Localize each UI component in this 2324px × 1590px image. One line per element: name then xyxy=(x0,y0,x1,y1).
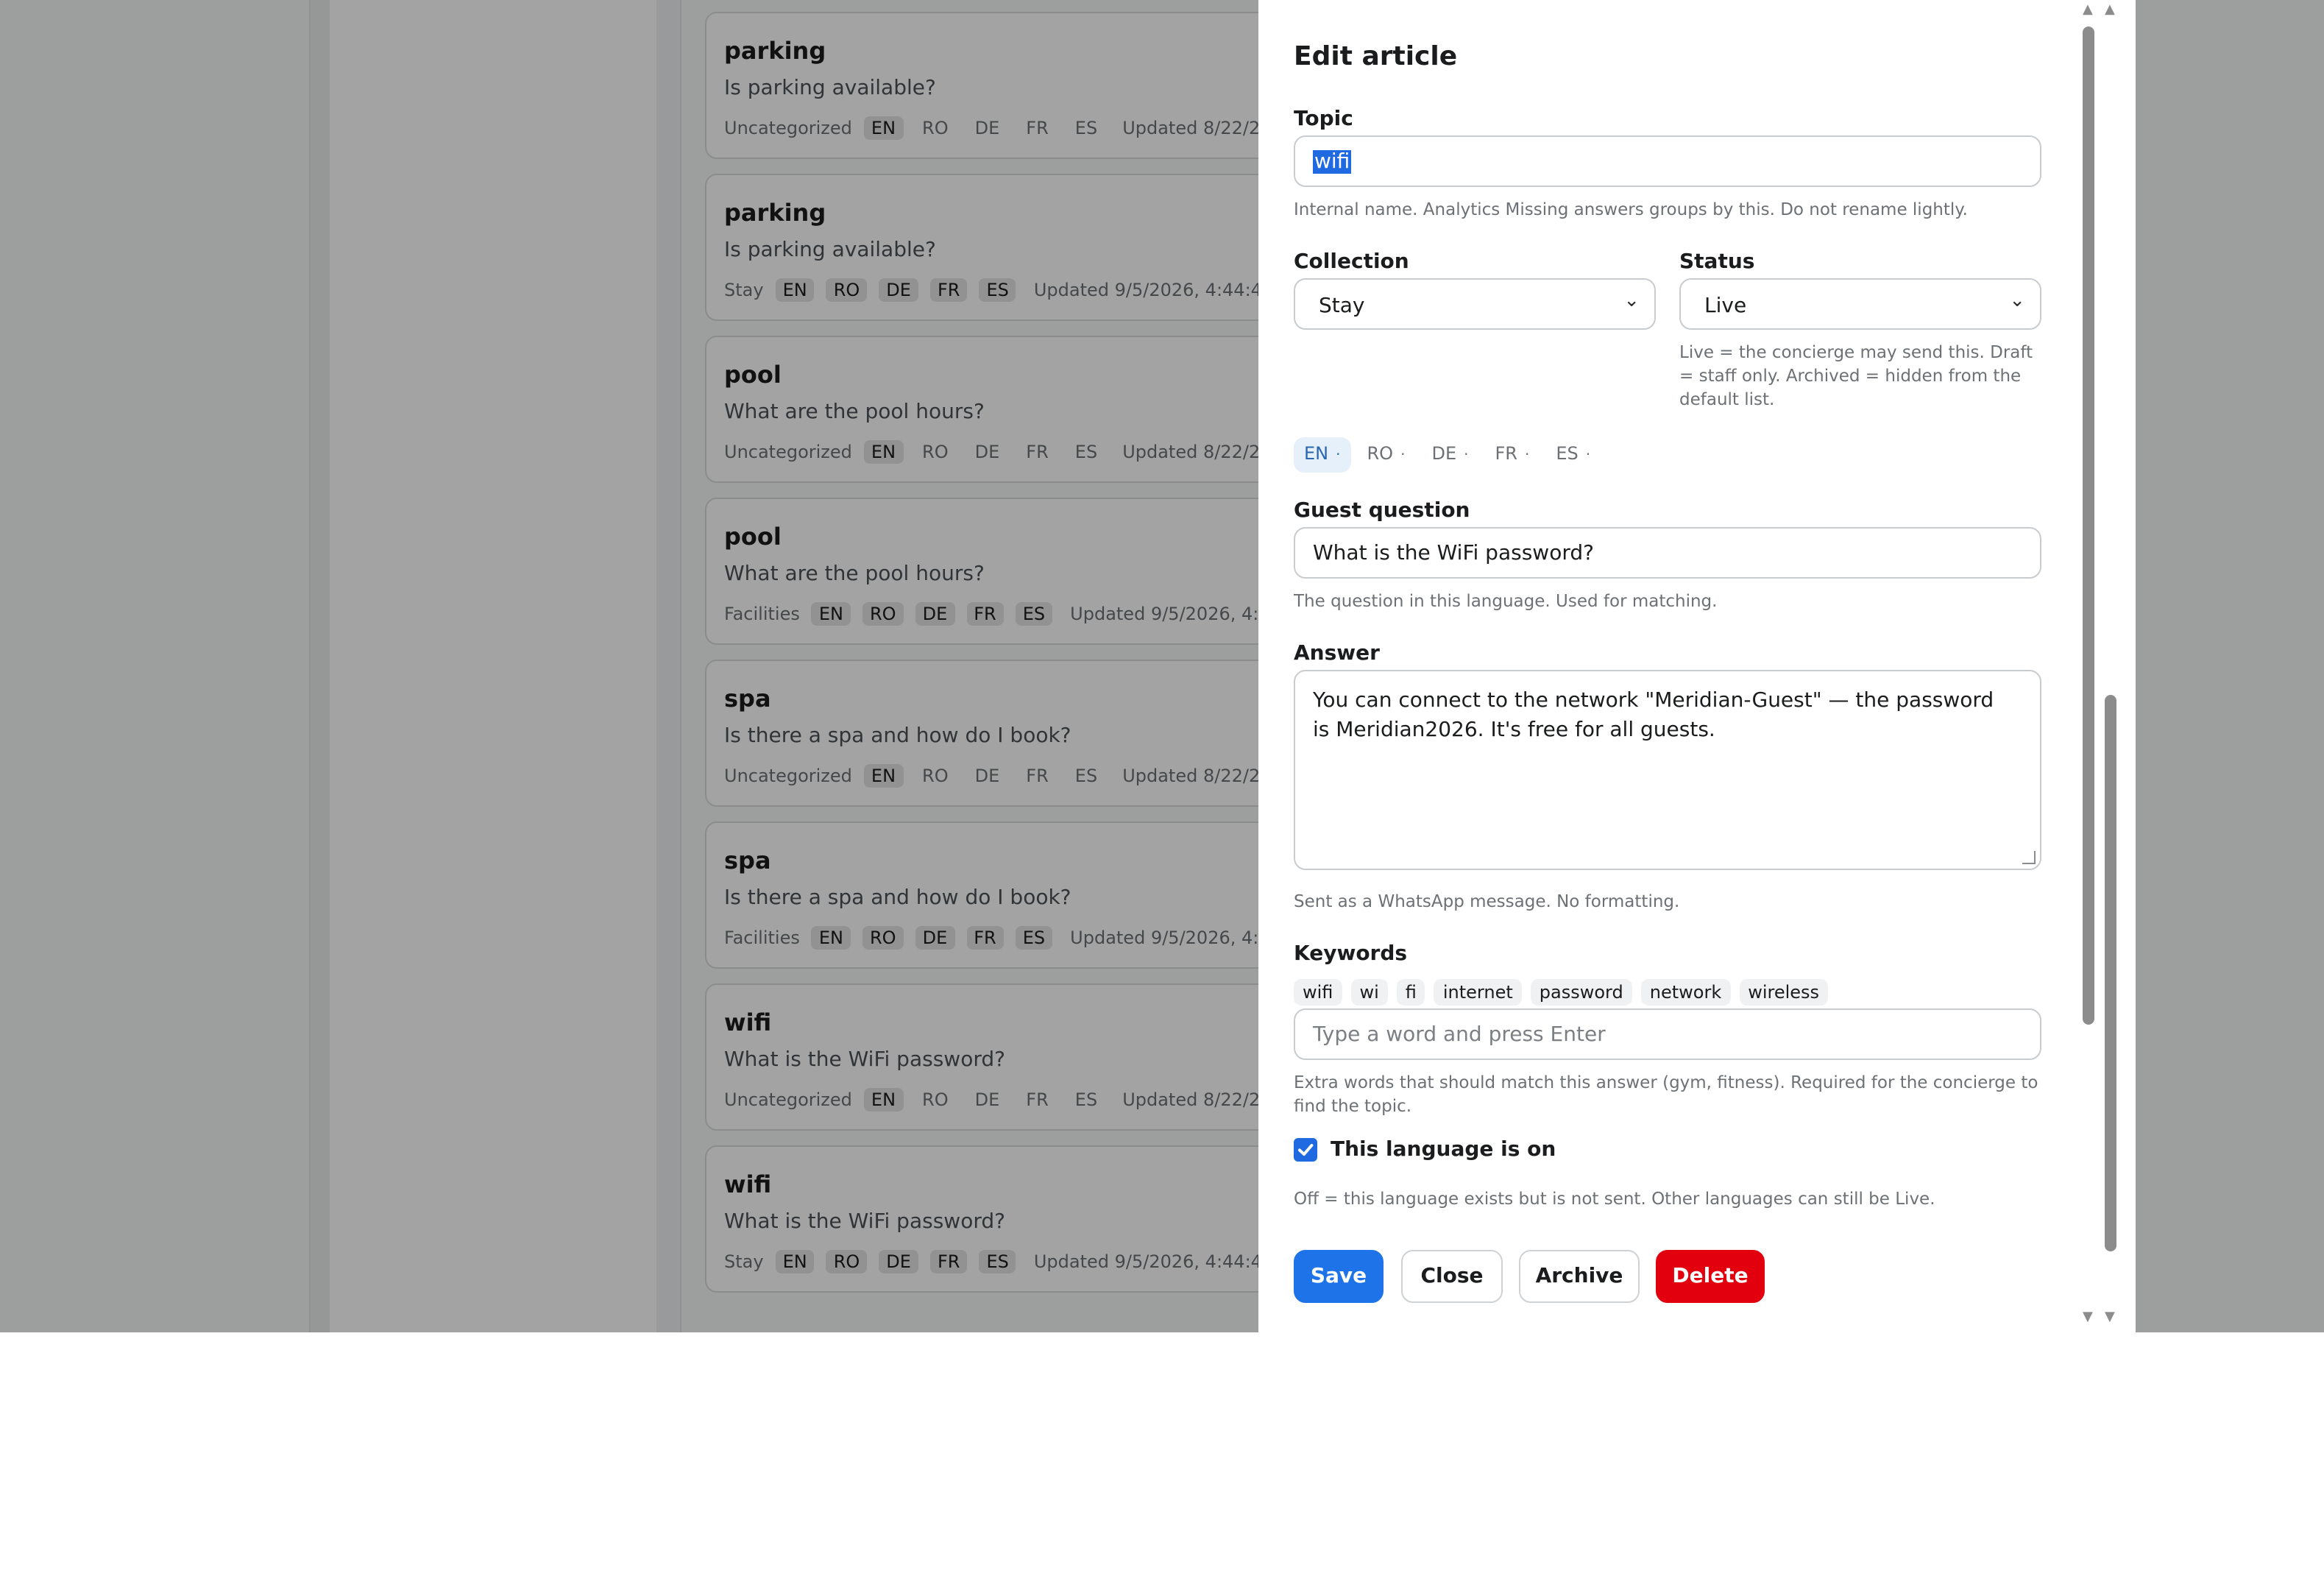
screen: parking Is parking available? Uncategorize… xyxy=(0,0,2324,1590)
scroll-down-icon[interactable]: ▼ xyxy=(2083,1311,2093,1325)
keyword-chip[interactable]: fi xyxy=(1396,979,1425,1006)
drawer-scrollbar-thumb[interactable] xyxy=(2083,26,2094,1025)
keyword-chip[interactable]: wi xyxy=(1350,979,1388,1006)
answer-help: Sent as a WhatsApp message. No formattin… xyxy=(1294,891,1680,911)
scroll-up-icon[interactable]: ▲ xyxy=(2105,4,2115,18)
language-on-help: Off = this language exists but is not se… xyxy=(1294,1188,1935,1209)
language-tab-status-dot: · xyxy=(1585,448,1591,464)
language-tab-status-dot: · xyxy=(1336,448,1341,464)
chevron-down-icon: ⌄ xyxy=(1623,290,1640,312)
archive-button[interactable]: Archive xyxy=(1519,1250,1640,1303)
keyword-chip[interactable]: internet xyxy=(1434,979,1522,1006)
delete-button[interactable]: Delete xyxy=(1656,1250,1765,1303)
drawer-title: Edit article xyxy=(1294,41,1458,72)
language-tab-label: FR xyxy=(1495,443,1518,464)
status-select[interactable]: Live ⌄ xyxy=(1679,278,2041,330)
chevron-down-icon: ⌄ xyxy=(2009,290,2025,312)
topic-help: Internal name. Analytics Missing answers… xyxy=(1294,199,1968,219)
edit-article-drawer: Edit article Topic wifi Internal name. A… xyxy=(1258,0,2136,1332)
collection-select[interactable]: Stay ⌄ xyxy=(1294,278,1656,330)
guest-question-input[interactable]: What is the WiFi password? xyxy=(1294,527,2041,579)
language-tab-status-dot: · xyxy=(1400,448,1406,464)
language-tab-label: RO xyxy=(1367,443,1394,464)
language-tab-fr[interactable]: FR · xyxy=(1485,437,1540,473)
answer-label: Answer xyxy=(1294,642,1380,665)
language-tab-de[interactable]: DE · xyxy=(1421,437,1478,473)
page-scrollbar[interactable]: ▲ ▼ xyxy=(2102,0,2119,1332)
collection-value: Stay xyxy=(1319,294,1365,318)
guest-question-help: The question in this language. Used for … xyxy=(1294,590,1718,611)
drawer-scrollbar[interactable]: ▲ ▼ xyxy=(2080,0,2097,1332)
keyword-chip[interactable]: wireless xyxy=(1739,979,1829,1006)
scroll-down-icon[interactable]: ▼ xyxy=(2105,1311,2115,1325)
answer-value: You can connect to the network "Meridian… xyxy=(1313,689,1994,742)
language-tab-label: EN xyxy=(1304,443,1329,464)
keyword-input-placeholder: Type a word and press Enter xyxy=(1313,1023,1606,1047)
viewport: parking Is parking available? Uncategorize… xyxy=(0,0,2324,1332)
keywords-label: Keywords xyxy=(1294,942,1408,966)
language-tab-label: ES xyxy=(1556,443,1579,464)
answer-textarea[interactable]: You can connect to the network "Meridian… xyxy=(1294,670,2041,870)
language-tab-es[interactable]: ES · xyxy=(1545,437,1601,473)
language-tab-en[interactable]: EN · xyxy=(1294,437,1351,473)
status-label: Status xyxy=(1679,250,1755,274)
language-tab-status-dot: · xyxy=(1525,448,1530,464)
topic-label: Topic xyxy=(1294,107,1353,131)
collection-label: Collection xyxy=(1294,250,1409,274)
keyword-chip[interactable]: wifi xyxy=(1294,979,1342,1006)
resize-handle-icon[interactable] xyxy=(2022,851,2036,864)
guest-question-value: What is the WiFi password? xyxy=(1313,542,1594,565)
language-on-checkbox[interactable] xyxy=(1294,1138,1317,1162)
keywords-help: Extra words that should match this answe… xyxy=(1294,1072,2038,1116)
language-tab-label: DE xyxy=(1431,443,1457,464)
language-on-label: This language is on xyxy=(1331,1138,1556,1162)
keyword-input[interactable]: Type a word and press Enter xyxy=(1294,1008,2041,1060)
check-icon xyxy=(1298,1144,1314,1156)
keyword-chip[interactable]: password xyxy=(1530,979,1632,1006)
status-value: Live xyxy=(1704,294,1747,318)
page-scrollbar-thumb[interactable] xyxy=(2105,695,2116,1251)
close-button[interactable]: Close xyxy=(1401,1250,1503,1303)
keyword-chips: wifi wi fi internet password network wireless xyxy=(1294,979,1837,1006)
scroll-up-icon[interactable]: ▲ xyxy=(2083,4,2093,18)
status-help: Live = the concierge may send this. Draf… xyxy=(1679,342,2033,409)
language-tabs: EN · RO · DE · FR · ES · xyxy=(1294,437,1606,473)
language-tab-ro[interactable]: RO · xyxy=(1357,437,1416,473)
guest-question-label: Guest question xyxy=(1294,499,1470,523)
topic-value-selected: wifi xyxy=(1313,150,1352,174)
save-button[interactable]: Save xyxy=(1294,1250,1384,1303)
language-tab-status-dot: · xyxy=(1464,448,1469,464)
keyword-chip[interactable]: network xyxy=(1640,979,1731,1006)
topic-input[interactable]: wifi xyxy=(1294,135,2041,187)
